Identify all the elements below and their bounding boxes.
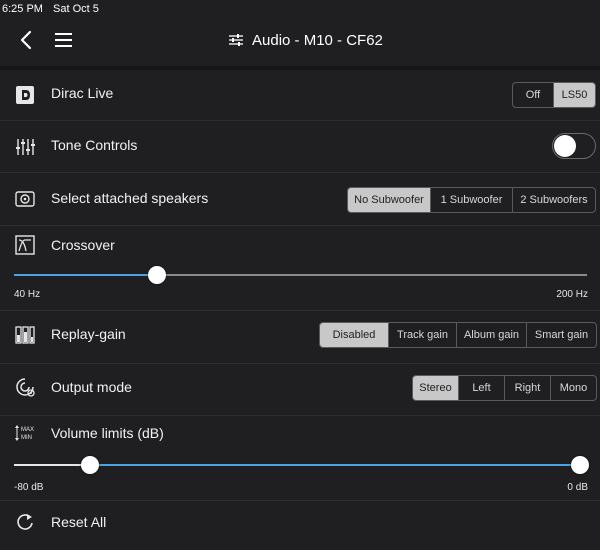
row-speakers: Select attached speakers No Subwoofer 1 …: [0, 173, 600, 226]
status-date: Sat Oct 5: [53, 3, 99, 15]
crossover-icon: [15, 235, 35, 255]
nav-title-group[interactable]: Audio - M10 - CF62: [228, 26, 383, 54]
volume-max-label: 0 dB: [567, 482, 588, 493]
tone-sliders-icon: [16, 139, 35, 155]
crossover-max-label: 200 Hz: [556, 289, 588, 300]
crossover-slider-fill: [14, 274, 158, 276]
row-replay-gain: Replay-gain Disabled Track gain Album ga…: [0, 311, 600, 364]
status-bar: 6:25 PM Sat Oct 5: [0, 0, 600, 18]
output-option-stereo[interactable]: Stereo: [413, 376, 458, 400]
replay-gain-icon: [15, 326, 35, 344]
replay-option-smart-gain[interactable]: Smart gain: [526, 323, 596, 347]
sliders-icon: [229, 34, 243, 46]
toggle-knob: [554, 135, 576, 157]
crossover-label: Crossover: [51, 237, 115, 253]
replay-gain-label: Replay-gain: [51, 326, 126, 342]
back-button[interactable]: [12, 26, 40, 54]
dirac-option-off[interactable]: Off: [513, 83, 553, 107]
row-output-mode: Output mode Stereo Left Right Mono: [0, 364, 600, 416]
speakers-label: Select attached speakers: [51, 190, 209, 206]
volume-icon-max-text: MAX: [21, 427, 34, 433]
row-tone-controls: Tone Controls: [0, 121, 600, 173]
dirac-label: Dirac Live: [51, 85, 114, 101]
output-mode-segmented-control: Stereo Left Right Mono: [412, 375, 597, 401]
output-mode-label: Output mode: [51, 379, 132, 395]
row-crossover: Crossover 40 Hz 200 Hz: [0, 226, 600, 311]
reset-all-label: Reset All: [51, 514, 107, 530]
status-time: 6:25 PM: [2, 3, 43, 15]
dirac-icon: [16, 86, 34, 104]
crossover-slider-thumb[interactable]: [148, 266, 167, 284]
row-dirac-live: Dirac Live Off LS50: [0, 70, 600, 121]
crossover-min-label: 40 Hz: [14, 289, 41, 300]
output-option-right[interactable]: Right: [504, 376, 550, 400]
dirac-segmented-control: Off LS50: [512, 82, 596, 108]
reset-icon: [17, 514, 33, 530]
speakers-option-2-subwoofers[interactable]: 2 Subwoofers: [512, 188, 595, 212]
reset-all-button[interactable]: Reset All: [0, 501, 600, 545]
replay-option-track-gain[interactable]: Track gain: [388, 323, 456, 347]
volume-min-label: -80 dB: [14, 482, 44, 493]
output-mode-icon: [16, 378, 35, 397]
volume-limits-label: Volume limits (dB): [51, 425, 164, 441]
speakers-option-no-subwoofer[interactable]: No Subwoofer: [348, 188, 430, 212]
page-title: Audio - M10 - CF62: [252, 31, 383, 49]
volume-max-thumb[interactable]: [571, 456, 589, 474]
replay-option-disabled[interactable]: Disabled: [320, 323, 388, 347]
menu-button[interactable]: [50, 26, 78, 54]
output-option-mono[interactable]: Mono: [550, 376, 596, 400]
volume-slider-range: [90, 464, 580, 466]
speaker-icon: [15, 191, 35, 207]
output-option-left[interactable]: Left: [458, 376, 504, 400]
tone-controls-toggle[interactable]: [552, 133, 596, 159]
speakers-segmented-control: No Subwoofer 1 Subwoofer 2 Subwoofers: [347, 187, 596, 213]
row-volume-limits: MAX MIN Volume limits (dB) -80 dB 0 dB: [0, 416, 600, 501]
volume-icon-min-text: MIN: [21, 435, 32, 441]
replay-gain-segmented-control: Disabled Track gain Album gain Smart gai…: [319, 322, 597, 348]
volume-limits-icon: MAX MIN: [15, 425, 34, 441]
replay-option-album-gain[interactable]: Album gain: [456, 323, 526, 347]
tone-controls-label: Tone Controls: [51, 137, 138, 153]
nav-bar: Audio - M10 - CF62: [0, 18, 600, 62]
hamburger-menu-icon: [55, 33, 72, 47]
back-chevron-icon: [20, 30, 32, 50]
volume-min-thumb[interactable]: [81, 456, 100, 474]
dirac-option-ls50[interactable]: LS50: [553, 83, 595, 107]
speakers-option-1-subwoofer[interactable]: 1 Subwoofer: [430, 188, 512, 212]
